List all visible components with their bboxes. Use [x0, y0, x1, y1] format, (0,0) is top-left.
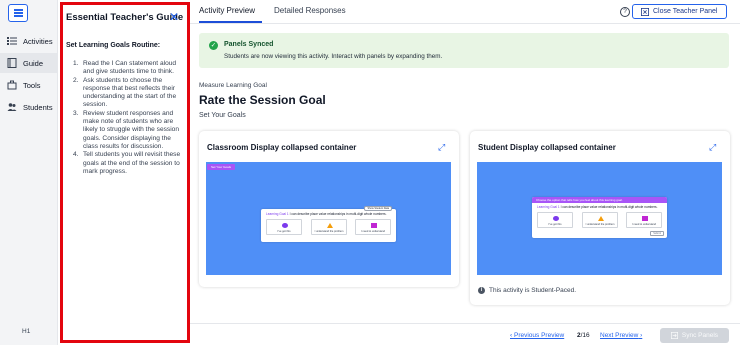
option-glyph: [598, 216, 604, 221]
book-icon: [7, 58, 17, 68]
mini-question: Learning Goal 1 I can describe place val…: [266, 212, 387, 216]
rail-item-label: Students: [23, 102, 53, 112]
left-rail: Activities Guide Tools Students H1: [0, 0, 58, 345]
tab-activity-preview[interactable]: Activity Preview: [199, 6, 255, 15]
rail-footer-text: H1: [22, 328, 31, 335]
section-label: Set Your Goals: [199, 112, 246, 119]
option-glyph: [327, 223, 333, 228]
next-preview-label: Next Preview: [600, 332, 639, 339]
rail-item-tools[interactable]: Tools: [0, 75, 58, 95]
previous-preview-link[interactable]: ‹ Previous Preview: [510, 332, 564, 339]
check-circle-icon: ✓: [209, 41, 218, 50]
mini-question-text: I can describe place value relationships…: [288, 212, 387, 216]
option-glyph: [553, 216, 559, 221]
mini-question-prefix: Learning Goal 1: [537, 205, 560, 209]
next-preview-link[interactable]: Next Preview ›: [600, 332, 642, 339]
rail-item-guide[interactable]: Guide: [0, 53, 58, 73]
option-glyph: [642, 216, 648, 221]
guide-steps: Read the I Can statement aloud and give …: [73, 60, 185, 176]
mini-question-text: I can describe place value relationships…: [559, 205, 658, 209]
guide-step: Review student responses and make note o…: [73, 110, 185, 151]
panel-close-icon: [641, 7, 649, 16]
mini-question: Learning Goal 1 I can describe place val…: [537, 205, 658, 209]
close-teacher-panel-button[interactable]: Close Teacher Panel: [632, 4, 727, 19]
guide-step: Read the I Can statement aloud and give …: [73, 60, 185, 77]
expand-icon[interactable]: ⤢: [709, 143, 718, 152]
mini-option: I need to understand: [626, 212, 662, 228]
mini-question-card: Choose the option that tells how you fee…: [532, 197, 667, 238]
mini-option-label: I've got this: [277, 230, 291, 233]
rail-item-students[interactable]: Students: [0, 97, 58, 117]
student-preview[interactable]: Choose the option that tells how you fee…: [477, 162, 722, 275]
mini-submit-button: Submit: [650, 231, 664, 236]
active-tab-indicator: [199, 21, 262, 23]
sync-panels-button[interactable]: Sync Panels: [660, 328, 729, 343]
mini-option: I understand the problem: [582, 212, 618, 228]
rail-footer-image: H1: [22, 328, 30, 335]
toolbox-icon: [7, 80, 17, 90]
banner-title: Panels Synced: [224, 41, 274, 48]
mini-option-label: I need to understand: [632, 223, 656, 226]
menu-button[interactable]: [8, 4, 28, 22]
mini-question-card: Show Student Data Learning Goal 1 I can …: [261, 206, 396, 242]
sync-panels-label: Sync Panels: [681, 332, 719, 339]
list-icon: [7, 37, 17, 45]
rail-item-activities[interactable]: Activities: [0, 31, 58, 51]
student-display-card: Student Display collapsed container ⤢ Ch…: [470, 131, 730, 305]
activity-type: Measure Learning Goal: [199, 82, 267, 89]
student-paced-note: i This activity is Student-Paced.: [478, 287, 576, 294]
rail-item-label: Guide: [23, 58, 44, 68]
info-icon: i: [478, 287, 485, 294]
mini-option: I need to understand: [355, 219, 391, 235]
close-teacher-panel-label: Close Teacher Panel: [653, 8, 718, 15]
expand-icon[interactable]: ⤢: [438, 143, 447, 152]
option-glyph: [282, 223, 288, 228]
guide-step: Ask students to choose the response that…: [73, 77, 185, 110]
people-icon: [7, 103, 17, 111]
close-icon[interactable]: ✕: [169, 11, 179, 23]
mini-option: I've got this: [537, 212, 573, 228]
rail-item-label: Activities: [23, 36, 53, 46]
banner-text: Students are now viewing this activity. …: [224, 53, 443, 60]
card-title: Classroom Display collapsed container: [207, 143, 357, 152]
mini-option: I understand the problem: [311, 219, 347, 235]
guide-title: Essential Teacher's Guide: [66, 12, 184, 23]
help-icon[interactable]: ?: [620, 7, 630, 17]
preview-counter: 2/16: [577, 332, 590, 339]
mini-question-prefix: Learning Goal 1: [266, 212, 289, 216]
teacher-guide-panel: Essential Teacher's Guide ✕ Set Learning…: [60, 2, 190, 343]
preview-chip: Set Your Goals: [207, 164, 236, 170]
card-title: Student Display collapsed container: [478, 143, 616, 152]
total-previews: /16: [580, 332, 590, 339]
mini-option-label: I understand the problem: [314, 230, 344, 233]
panels-synced-banner: ✓ Panels Synced Students are now viewing…: [199, 33, 729, 68]
mini-pill: Show Student Data: [364, 206, 392, 211]
guide-step: Tell students you will revisit these goa…: [73, 151, 185, 176]
tab-detailed-responses[interactable]: Detailed Responses: [274, 6, 346, 15]
classroom-display-card: Classroom Display collapsed container ⤢ …: [199, 131, 459, 287]
page-title: Rate the Session Goal: [199, 93, 326, 107]
sync-icon: [670, 332, 678, 339]
previous-preview-label: Previous Preview: [513, 332, 565, 339]
student-paced-text: This activity is Student-Paced.: [489, 287, 577, 294]
mini-option-label: I need to understand: [361, 230, 385, 233]
preview-footer: ‹ Previous Preview 2/16 Next Preview › S…: [190, 323, 740, 345]
option-glyph: [371, 223, 377, 228]
mini-option: I've got this: [266, 219, 302, 235]
guide-subtitle: Set Learning Goals Routine:: [66, 42, 161, 49]
mini-option-label: I've got this: [548, 223, 562, 226]
mini-banner: Choose the option that tells how you fee…: [532, 197, 667, 203]
hamburger-icon: [13, 12, 23, 14]
teacher-app: Activities Guide Tools Students H1 Essen…: [0, 0, 740, 345]
mini-option-label: I understand the problem: [585, 223, 615, 226]
classroom-preview[interactable]: Set Your Goals Show Student Data Learnin…: [206, 162, 451, 275]
rail-item-label: Tools: [23, 80, 41, 90]
